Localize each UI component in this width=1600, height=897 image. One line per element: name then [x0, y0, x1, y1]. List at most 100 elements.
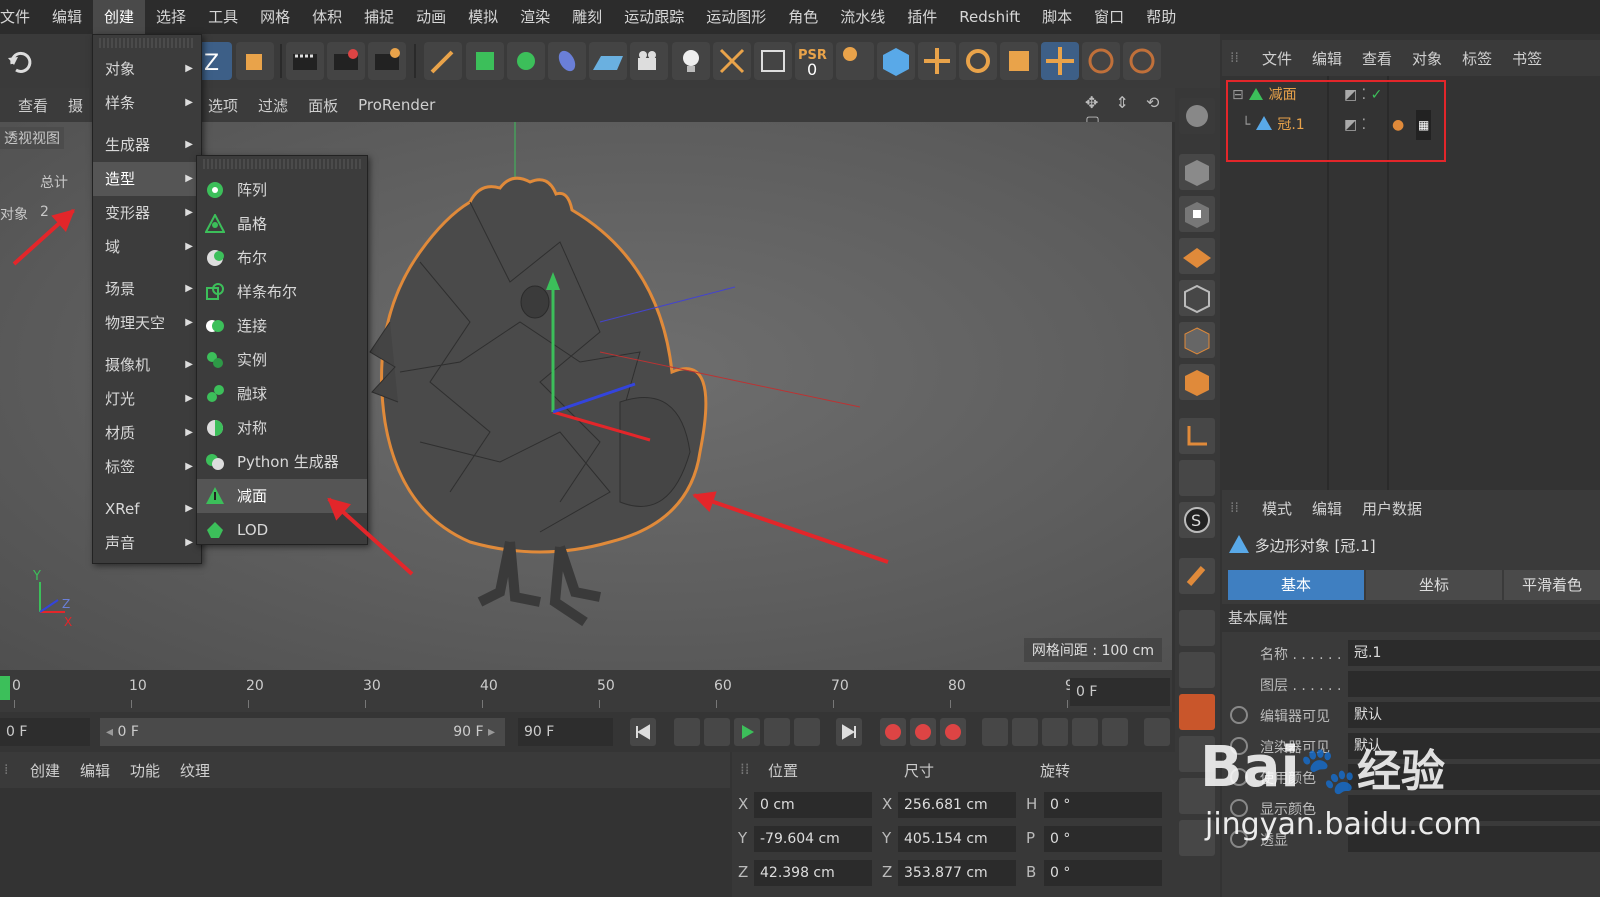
create-menu-item-14[interactable]: 标签 ▶ — [93, 450, 201, 484]
play-button[interactable] — [734, 718, 760, 746]
view-menu-3[interactable]: 过滤 — [248, 95, 298, 116]
modeling-item-7[interactable]: 对称 — [197, 411, 367, 445]
keyframe-selection-button[interactable] — [940, 718, 966, 746]
rect-select-button[interactable] — [1123, 42, 1161, 80]
rotate-tool-button[interactable] — [959, 42, 997, 80]
tweak-mode-button[interactable] — [1179, 460, 1215, 496]
view-menu-4[interactable]: 面板 — [298, 95, 348, 116]
coord-pos-0[interactable]: 0 cm — [754, 792, 872, 818]
scale-tool-button[interactable] — [1000, 42, 1038, 80]
view-menu-0[interactable]: 查看 — [8, 95, 58, 116]
view-menu-5[interactable]: ProRender — [348, 96, 445, 114]
material-manager-tab-0[interactable]: 创建 — [20, 760, 70, 781]
start-frame-field[interactable]: 0 F — [0, 718, 90, 746]
object-row-crown[interactable]: └ 冠.1 ◩ ⁚ ● ▦ — [1242, 110, 1452, 140]
sculpt-button[interactable] — [1179, 98, 1215, 134]
next-frame-button[interactable] — [764, 718, 790, 746]
coord-pos-1[interactable]: -79.604 cm — [754, 826, 872, 852]
camera-button[interactable] — [630, 42, 668, 80]
edge-mode-button[interactable] — [1179, 322, 1215, 358]
coord-pos-2[interactable]: 42.398 cm — [754, 860, 872, 886]
attr-field-0[interactable]: 冠.1 — [1348, 640, 1600, 666]
prev-key-button[interactable] — [674, 718, 700, 746]
live-selection-button[interactable] — [1041, 42, 1079, 80]
menu-9[interactable]: 模拟 — [457, 0, 509, 34]
coord-size-1[interactable]: 405.154 cm — [898, 826, 1016, 852]
coord-size-0[interactable]: 256.681 cm — [898, 792, 1016, 818]
menu-15[interactable]: 流水线 — [829, 0, 896, 34]
attribute-manager-tab-0[interactable]: 模式 — [1252, 498, 1302, 519]
current-frame-field[interactable]: 0 F — [1070, 678, 1170, 706]
modeling-item-3[interactable]: 样条布尔 — [197, 275, 367, 309]
goto-end-button[interactable] — [836, 718, 862, 746]
render-view-button[interactable] — [286, 42, 324, 80]
menu-1[interactable]: 编辑 — [41, 0, 93, 34]
key-pla-button[interactable] — [1102, 718, 1128, 746]
material-manager-tab-1[interactable]: 编辑 — [70, 760, 120, 781]
grid-snap-button[interactable] — [1179, 610, 1215, 646]
create-menu-item-5[interactable]: 变形器 ▶ — [93, 196, 201, 230]
point-mode-button[interactable] — [1179, 280, 1215, 316]
attribute-manager-tab-2[interactable]: 用户数据 — [1352, 498, 1432, 519]
timeline-menu-button[interactable] — [1144, 718, 1170, 746]
view-menu-2[interactable]: 选项 — [198, 95, 248, 116]
create-menu-item-17[interactable]: 声音 ▶ — [93, 526, 201, 560]
create-menu-item-1[interactable]: 样条 ▶ — [93, 86, 201, 120]
create-menu-item-0[interactable]: 对象 ▶ — [93, 52, 201, 86]
create-menu-item-8[interactable]: 场景 ▶ — [93, 272, 201, 306]
next-key-button[interactable] — [794, 718, 820, 746]
menu-13[interactable]: 运动图形 — [695, 0, 777, 34]
attribute-manager-tab-1[interactable]: 编辑 — [1302, 498, 1352, 519]
create-menu-item-13[interactable]: 材质 ▶ — [93, 416, 201, 450]
object-manager-tab-4[interactable]: 标签 — [1452, 48, 1502, 69]
chicken-model[interactable] — [369, 176, 708, 627]
modeling-item-4[interactable]: 连接 — [197, 309, 367, 343]
create-menu-item-16[interactable]: XRef ▶ — [93, 492, 201, 526]
menu-10[interactable]: 渲染 — [509, 0, 561, 34]
menu-18[interactable]: 脚本 — [1031, 0, 1083, 34]
menu-7[interactable]: 捕捉 — [353, 0, 405, 34]
menu-4[interactable]: 工具 — [197, 0, 249, 34]
coord-rot-0[interactable]: 0 ° — [1044, 792, 1162, 818]
object-manager-tab-3[interactable]: 对象 — [1402, 48, 1452, 69]
auto-key-button[interactable] — [910, 718, 936, 746]
create-menu-item-12[interactable]: 灯光 ▶ — [93, 382, 201, 416]
motion-button[interactable] — [713, 42, 751, 80]
menu-11[interactable]: 雕刻 — [561, 0, 613, 34]
attr-field-1[interactable] — [1348, 671, 1600, 697]
view-menu-1[interactable]: 摄 — [58, 95, 93, 116]
coord-rot-1[interactable]: 0 ° — [1044, 826, 1162, 852]
texture-mode-button[interactable] — [1179, 196, 1215, 232]
object-manager-tab-0[interactable]: 文件 — [1252, 48, 1302, 69]
object-row-reduction[interactable]: ⊟ 减面 ◩ ⁚ ✓ — [1232, 80, 1422, 110]
menu-6[interactable]: 体积 — [301, 0, 353, 34]
menu-20[interactable]: 帮助 — [1135, 0, 1187, 34]
menu-16[interactable]: 插件 — [896, 0, 948, 34]
material-manager-tab-3[interactable]: 纹理 — [170, 760, 220, 781]
coord-size-2[interactable]: 353.877 cm — [898, 860, 1016, 886]
tab-coord[interactable]: 坐标 — [1366, 570, 1502, 600]
create-menu-item-4[interactable]: 造型 ▶ — [93, 162, 201, 196]
workplane-button[interactable] — [1179, 238, 1215, 274]
menu-0[interactable]: 文件 — [0, 0, 41, 34]
light-button[interactable] — [672, 42, 710, 80]
create-menu-item-3[interactable]: 生成器 ▶ — [93, 128, 201, 162]
points-mode-button[interactable] — [1179, 154, 1215, 190]
modeling-item-6[interactable]: 融球 — [197, 377, 367, 411]
grid-snap-2-button[interactable] — [1179, 652, 1215, 688]
coordinate-button[interactable] — [236, 42, 274, 80]
move-tool-button[interactable] — [918, 42, 956, 80]
cube-blue-button[interactable] — [877, 42, 915, 80]
snap-s-button[interactable]: S — [1179, 502, 1215, 538]
coord-rot-2[interactable]: 0 ° — [1044, 860, 1162, 886]
menu-3[interactable]: 选择 — [145, 0, 197, 34]
render-settings-button[interactable] — [368, 42, 406, 80]
menu-12[interactable]: 运动跟踪 — [613, 0, 695, 34]
xyz-lock-button[interactable] — [836, 42, 874, 80]
cloner-button[interactable] — [507, 42, 545, 80]
material-manager-tab-2[interactable]: 功能 — [120, 760, 170, 781]
create-menu-item-9[interactable]: 物理天空 ▶ — [93, 306, 201, 340]
menu-8[interactable]: 动画 — [405, 0, 457, 34]
cube-green-button[interactable] — [466, 42, 504, 80]
deformer-button[interactable] — [548, 42, 586, 80]
